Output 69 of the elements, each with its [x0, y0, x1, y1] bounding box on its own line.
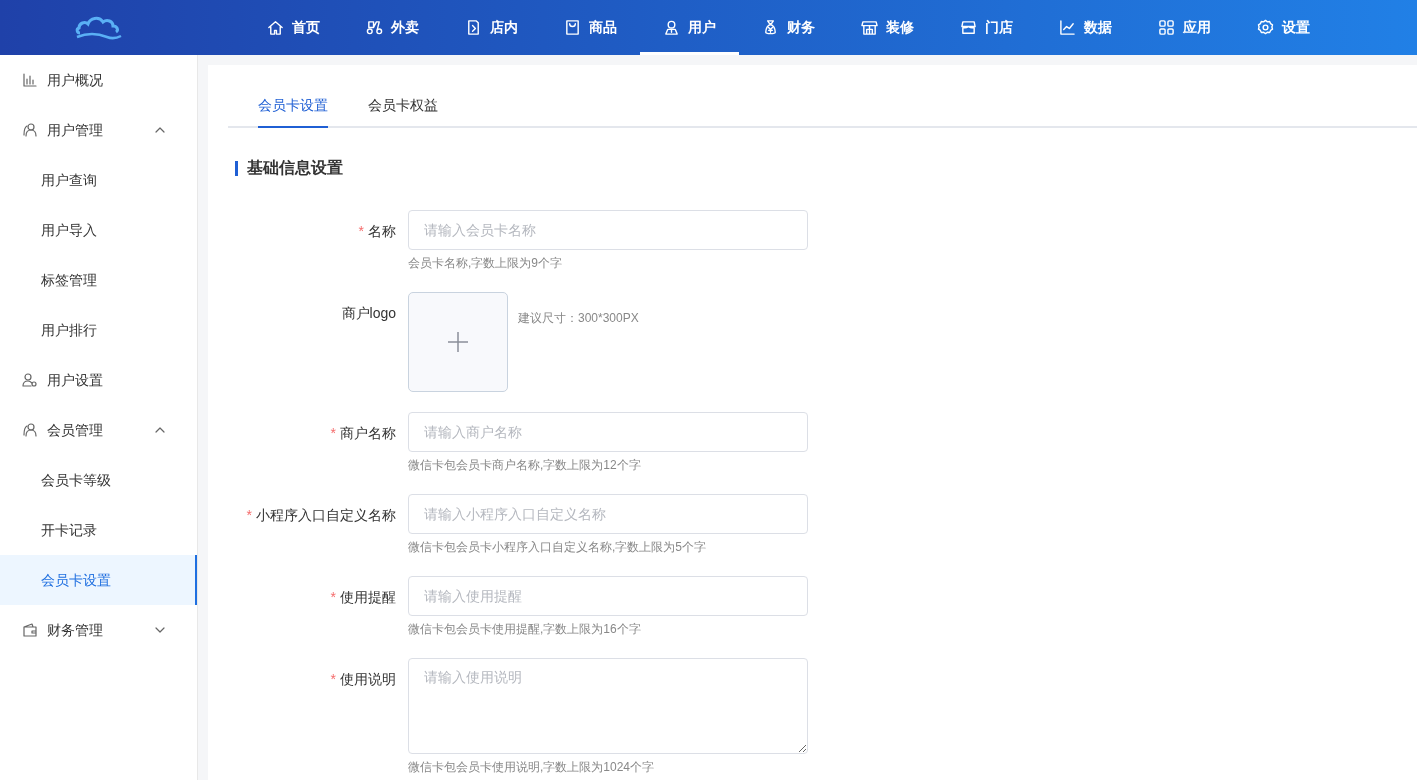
field-label: 使用提醒 [340, 589, 396, 605]
field-hint: 微信卡包会员卡使用提醒,字数上限为16个字 [408, 621, 642, 638]
section-marker [235, 160, 238, 176]
nav-tab[interactable]: 店内 [442, 0, 541, 55]
nav-tab[interactable]: 设置 [1234, 0, 1333, 55]
sidebar-item[interactable]: 开卡记录 [0, 505, 197, 555]
field-hint: 会员卡名称,字数上限为9个字 [408, 255, 563, 272]
nav-tab[interactable]: 应用 [1135, 0, 1234, 55]
plus-icon [447, 331, 469, 353]
field-label: 使用说明 [340, 671, 396, 687]
required-asterisk: * [358, 223, 364, 239]
nav-tab[interactable]: 外卖 [343, 0, 442, 55]
bag-icon [564, 19, 581, 36]
sidebar-item[interactable]: 标签管理 [0, 255, 197, 305]
gear-icon [1257, 19, 1274, 36]
required-asterisk: * [330, 425, 336, 441]
sidebar-item[interactable]: 用户排行 [0, 305, 197, 355]
money-bag-icon [762, 19, 779, 36]
nav-tab[interactable]: 数据 [1036, 0, 1135, 55]
text-input[interactable]: 请输入小程序入口自定义名称 [408, 494, 808, 534]
user-gear-icon [22, 372, 38, 388]
wallet-icon [22, 622, 38, 638]
sidebar-item[interactable]: 用户管理 [0, 105, 197, 155]
tab[interactable]: 会员卡设置 [258, 95, 328, 128]
text-input[interactable]: 请输入使用提醒 [408, 576, 808, 616]
field-hint: 微信卡包会员卡使用说明,字数上限为1024个字 [408, 759, 656, 776]
field-hint: 微信卡包会员卡商户名称,字数上限为12个字 [408, 457, 642, 474]
store-icon [960, 19, 977, 36]
people-icon [22, 122, 38, 138]
storefront-icon [861, 19, 878, 36]
line-chart-icon [1059, 19, 1076, 36]
people-icon [22, 422, 38, 438]
chevron-up-icon [155, 125, 165, 135]
nav-tab[interactable]: 财务 [739, 0, 838, 55]
sidebar-item[interactable]: 用户概况 [0, 55, 197, 105]
nav-tab[interactable]: 用户 [640, 0, 739, 55]
textarea-input[interactable]: 请输入使用说明 [408, 658, 808, 754]
image-upload[interactable] [408, 292, 508, 392]
sidebar-item[interactable]: 用户查询 [0, 155, 197, 205]
grid-icon [1158, 19, 1175, 36]
bar-chart-icon [22, 72, 38, 88]
required-asterisk: * [330, 671, 336, 687]
upload-hint: 建议尺寸：300*300PX [518, 310, 639, 327]
section-title: 基础信息设置 [247, 158, 343, 178]
document-icon [465, 19, 482, 36]
field-label: 商户logo [341, 305, 396, 321]
sidebar-item[interactable]: 会员卡等级 [0, 455, 197, 505]
nav-tab[interactable]: 门店 [937, 0, 1036, 55]
text-input[interactable]: 请输入会员卡名称 [408, 210, 808, 250]
text-input[interactable]: 请输入商户名称 [408, 412, 808, 452]
nav-tab[interactable]: 首页 [244, 0, 343, 55]
house-icon [267, 19, 284, 36]
field-label: 商户名称 [340, 425, 396, 441]
field-label: 小程序入口自定义名称 [256, 507, 396, 523]
sidebar-item[interactable]: 用户设置 [0, 355, 197, 405]
nav-tab[interactable]: 装修 [838, 0, 937, 55]
sidebar-item[interactable]: 会员卡设置 [0, 555, 197, 605]
sidebar-item[interactable]: 财务管理 [0, 605, 197, 655]
chevron-down-icon [155, 625, 165, 635]
sidebar-item[interactable]: 用户导入 [0, 205, 197, 255]
chevron-up-icon [155, 425, 165, 435]
required-asterisk: * [330, 589, 336, 605]
nav-tab[interactable]: 商品 [541, 0, 640, 55]
sidebar-item[interactable]: 会员管理 [0, 405, 197, 455]
required-asterisk: * [246, 507, 252, 523]
tab[interactable]: 会员卡权益 [368, 95, 438, 128]
field-label: 名称 [368, 223, 396, 239]
field-hint: 微信卡包会员卡小程序入口自定义名称,字数上限为5个字 [408, 539, 707, 556]
person-icon [663, 19, 680, 36]
